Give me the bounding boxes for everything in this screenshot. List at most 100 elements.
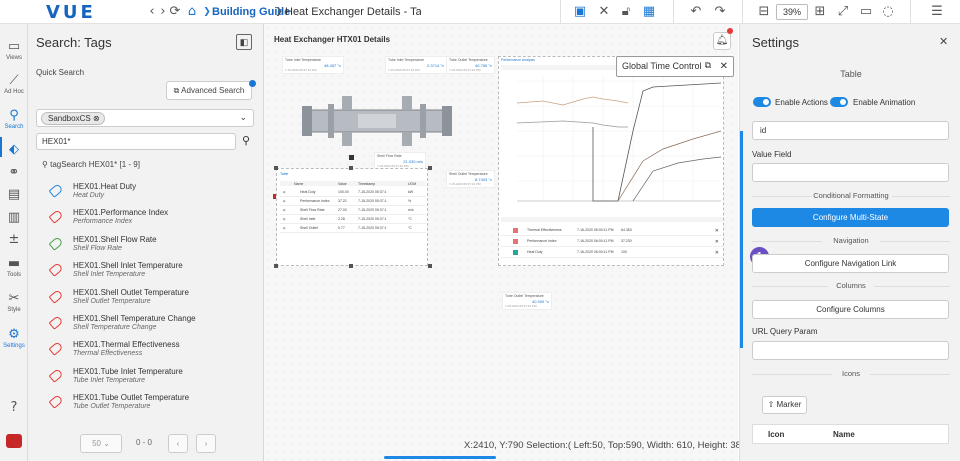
nav-tools[interactable]: ▬ Tools	[0, 256, 28, 278]
value-card[interactable]: Shell Outlet Temperature 8.7403 °c 7-15-20…	[446, 170, 495, 188]
table-row[interactable]: ⬖ Shell Outlet 0.77 7-15-2020 05:37:1 °C	[280, 224, 426, 233]
tag-list-item[interactable]: HEX01.Tube Inlet Temperature Tube Inlet T…	[48, 367, 250, 393]
notification-dot	[727, 28, 733, 34]
nav-tags[interactable]: ⬖	[0, 142, 28, 157]
tools-icon[interactable]: ✕	[596, 4, 612, 20]
horizontal-scrollbar[interactable]	[384, 456, 496, 459]
nav-network[interactable]: ⚭	[0, 165, 28, 180]
table-row[interactable]: ⬖ Performance Index 37.22 7-15-2020 05:37:1…	[280, 197, 426, 206]
remove-series-icon[interactable]: ✕	[715, 239, 719, 245]
legend-cell: 7-16-2020 06:00:11 PM	[577, 250, 614, 254]
redo-icon[interactable]: ↷	[712, 4, 728, 20]
tag-list-item[interactable]: HEX01.Performance Index Performance Index	[48, 208, 250, 234]
configure-navigation-link-button[interactable]: Configure Navigation Link	[752, 254, 949, 273]
chat-icon[interactable]: ◌	[880, 4, 896, 20]
zoom-in-icon[interactable]: ⊞	[812, 4, 828, 20]
close-icon: ✕	[719, 61, 728, 72]
presentation-icon[interactable]: ▭	[858, 4, 874, 20]
hamburger-menu-icon[interactable]: ☰	[929, 4, 945, 20]
refresh-icon[interactable]: ⟳	[167, 4, 183, 20]
settings-title: Settings	[752, 35, 799, 50]
nav-adhoc[interactable]: ⟋ Ad Hoc	[0, 73, 28, 95]
tag-icon	[48, 262, 64, 277]
nav-search[interactable]: ⚲ Search	[0, 108, 28, 130]
id-field[interactable]: id	[752, 121, 949, 140]
value-card[interactable]: Tube Outlet Temperature 40.755 °c 7-15-202…	[446, 56, 495, 74]
heat-exchanger-graphic[interactable]	[298, 92, 456, 152]
nav-style[interactable]: ✂ Style	[0, 291, 28, 313]
legend-row[interactable]: Heat Duty 7-16-2020 06:00:11 PM 100 ✕	[501, 247, 723, 258]
nav-building[interactable]: ▤	[0, 187, 28, 202]
configure-multistate-button[interactable]: Configure Multi-State	[752, 208, 949, 227]
nav-help[interactable]: ?	[0, 400, 28, 415]
nav-database[interactable]: ▥	[0, 210, 28, 225]
bell-icon[interactable]: 🔔︎	[713, 32, 731, 50]
marker-button[interactable]: ⇧ Marker	[762, 396, 807, 414]
chevron-down-icon[interactable]: ⌄	[239, 112, 247, 123]
quick-search-label: Quick Search	[36, 68, 85, 77]
nav-math[interactable]: ±	[0, 232, 28, 247]
close-icon[interactable]: ✕	[939, 35, 948, 48]
source-chip[interactable]: SandboxCS ⊗	[41, 112, 105, 125]
advanced-search-button[interactable]: ⧉ Advanced Search	[166, 81, 252, 100]
next-page-button[interactable]: ›	[196, 434, 216, 453]
calendar-icon[interactable]: ▣	[572, 4, 588, 20]
tag-list-item[interactable]: HEX01.Thermal Effectiveness Thermal Effec…	[48, 340, 250, 366]
value-card[interactable]: Tube Inlet Temperature 2.3714 °c 7-15-2020…	[385, 56, 447, 74]
tag-list-item[interactable]: HEX01.Shell Temperature Change Shell Temp…	[48, 314, 250, 340]
page-range: 0 - 0	[136, 438, 153, 447]
tag-description: Tube Inlet Temperature	[73, 376, 145, 384]
legend-row[interactable]: Thermal Effectiveness 7-16-2020 06:00:11 …	[501, 225, 723, 236]
enable-animation-toggle[interactable]	[830, 97, 848, 107]
enable-actions-toggle[interactable]	[753, 97, 771, 107]
tag-list-item[interactable]: HEX01.Shell Inlet Temperature Shell Inlet…	[48, 261, 250, 287]
value-card[interactable]: Tube Outlet Temperature 40.000 °c 7-15-202…	[502, 292, 552, 310]
chart-icon: ⟋	[9, 73, 19, 88]
performance-analysis-widget[interactable]: Performance Analysis Thermal Effectivene…	[498, 56, 724, 266]
url-query-param-input[interactable]	[752, 341, 949, 360]
tag-description: Tube Outlet Temperature	[73, 403, 151, 411]
trend-chart[interactable]	[503, 71, 721, 211]
remove-series-icon[interactable]: ✕	[715, 228, 719, 234]
tag-icon: ⬖	[9, 142, 19, 157]
tag-icon: ⬖	[283, 199, 286, 203]
value-field-input[interactable]	[752, 163, 949, 182]
tag-list-item[interactable]: HEX01.Shell Flow Rate Shell Flow Rate	[48, 235, 250, 261]
save-icon[interactable]: ▦	[641, 4, 657, 20]
remove-series-icon[interactable]: ✕	[715, 250, 719, 256]
design-canvas[interactable]: Heat Exchanger HTX01 Details 🔔︎ Tube Inl…	[264, 24, 752, 461]
lock-icon[interactable]: 🔓︎	[618, 4, 634, 20]
search-icon[interactable]: ⚲	[242, 134, 250, 147]
enable-actions-label: Enable Actions	[775, 98, 828, 107]
zoom-out-icon[interactable]: ⊟	[756, 4, 772, 20]
global-time-control[interactable]: Global Time Control ⧉ ✕	[616, 56, 734, 77]
robot-icon[interactable]	[6, 434, 22, 448]
prev-page-button[interactable]: ‹	[168, 434, 188, 453]
settings-subtitle: Table	[840, 69, 862, 79]
zoom-level[interactable]: 39%	[776, 4, 808, 20]
configure-columns-button[interactable]: Configure Columns	[752, 300, 949, 319]
value-card[interactable]: Tube Inlet Temperature 48.457 °c 7-15-2020…	[282, 56, 344, 74]
tag-search-input[interactable]: HEX01*	[36, 133, 236, 150]
undo-icon[interactable]: ↶	[688, 4, 704, 20]
legend-cell: 64.353	[621, 228, 632, 232]
table-widget[interactable]: Table Name Value Timestamp UOM ⬖ Heat Duty 100…	[276, 168, 428, 266]
tag-list-item[interactable]: HEX01.Heat Duty Heat Duty	[48, 182, 250, 208]
tag-name: HEX01.Tube Outlet Temperature	[73, 393, 190, 403]
database-icon: ▥	[7, 210, 21, 225]
fit-screen-icon[interactable]: ⤢	[835, 4, 851, 20]
legend-row[interactable]: Performance Index 7-16-2020 06:00:11 PM 37…	[501, 236, 723, 247]
source-select[interactable]: SandboxCS ⊗ ⌄	[36, 109, 254, 127]
collapse-panel-icon[interactable]: ◧	[236, 34, 252, 50]
table-row[interactable]: ⬖ Heat Duty 100.00 7-15-2020 05:37:1 kW	[280, 188, 426, 197]
table-row[interactable]: ⬖ Shell Flow Rate 27.03 7-15-2020 05:37:1 m/…	[280, 206, 426, 215]
page-size-select[interactable]: 50 ⌄	[80, 434, 122, 453]
nav-views[interactable]: ▭ Views	[0, 39, 28, 61]
home-icon[interactable]: ⌂	[184, 4, 200, 20]
vertical-scrollbar[interactable]	[740, 131, 743, 348]
table-row[interactable]: ⬖ Shell Inlet 2.28 7-15-2020 05:37:1 °C	[280, 215, 426, 224]
tag-list-item[interactable]: HEX01.Tube Outlet Temperature Tube Outlet…	[48, 393, 250, 419]
nav-settings[interactable]: ⚙ Settings	[0, 327, 28, 349]
tag-list-item[interactable]: HEX01.Shell Outlet Temperature Shell Outl…	[48, 288, 250, 314]
legend-cell: Thermal Effectiveness	[527, 228, 562, 232]
